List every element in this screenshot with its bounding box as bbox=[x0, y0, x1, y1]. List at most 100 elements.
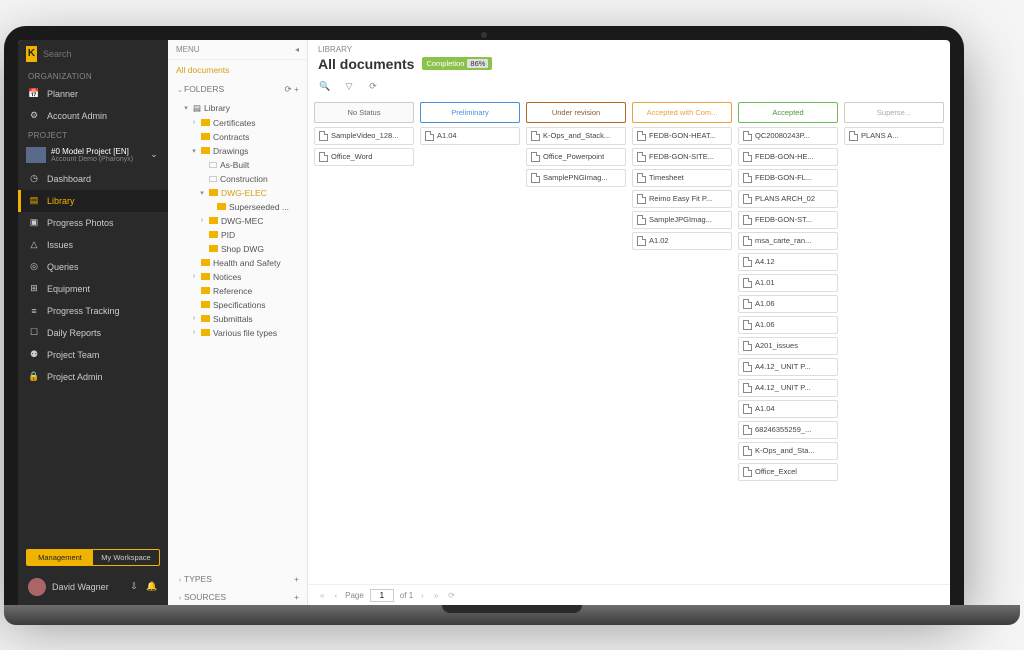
first-page-button[interactable]: « bbox=[318, 591, 326, 600]
lock-icon: 🔒 bbox=[28, 371, 40, 383]
tree-node-dwg-mec[interactable]: › DWG-MEC bbox=[168, 214, 307, 228]
document-card[interactable]: A1.02 bbox=[632, 232, 732, 250]
document-card[interactable]: FEDB-GON-HEAT... bbox=[632, 127, 732, 145]
sidebar-item-account-admin[interactable]: ⚙Account Admin bbox=[18, 105, 168, 127]
document-card[interactable]: Timesheet bbox=[632, 169, 732, 187]
add-type-icon[interactable]: + bbox=[294, 574, 299, 584]
document-card[interactable]: 68246355259_... bbox=[738, 421, 838, 439]
document-card[interactable]: SampleVideo_128... bbox=[314, 127, 414, 145]
document-card[interactable]: PLANS ARCH_02 bbox=[738, 190, 838, 208]
column-header[interactable]: Accepted bbox=[738, 102, 838, 123]
project-selector[interactable]: #0 Model Project [EN] Account Demo (Phar… bbox=[18, 142, 168, 168]
document-card[interactable]: Office_Powerpoint bbox=[526, 148, 626, 166]
refresh-page-icon[interactable]: ⟳ bbox=[446, 591, 457, 600]
document-card[interactable]: A1.04 bbox=[738, 400, 838, 418]
page-input[interactable] bbox=[370, 589, 394, 602]
tree-node-certificates[interactable]: › Certificates bbox=[168, 116, 307, 130]
document-card[interactable]: A1.04 bbox=[420, 127, 520, 145]
tree-node-drawings[interactable]: ▾ Drawings bbox=[168, 144, 307, 158]
file-icon bbox=[319, 152, 328, 162]
tree-all-documents[interactable]: All documents bbox=[168, 60, 307, 80]
document-name: A4.12_ UNIT P... bbox=[755, 362, 811, 371]
org-section-label: ORGANIZATION bbox=[18, 68, 168, 83]
tree-node-pid[interactable]: PID bbox=[168, 228, 307, 242]
column-header[interactable]: Accepted with Com... bbox=[632, 102, 732, 123]
sidebar-item-equipment[interactable]: ⊞Equipment bbox=[18, 278, 168, 300]
workspace-tab[interactable]: My Workspace bbox=[93, 550, 159, 565]
document-card[interactable]: PLANS A... bbox=[844, 127, 944, 145]
document-card[interactable]: Office_Excel bbox=[738, 463, 838, 481]
tree-node-notices[interactable]: › Notices bbox=[168, 270, 307, 284]
document-card[interactable]: A4.12_ UNIT P... bbox=[738, 379, 838, 397]
tree-node-submittals[interactable]: › Submittals bbox=[168, 312, 307, 326]
sidebar-item-dashboard[interactable]: ◷Dashboard bbox=[18, 168, 168, 190]
document-card[interactable]: SamplePNGImag... bbox=[526, 169, 626, 187]
document-card[interactable]: Reimo Easy Fit P... bbox=[632, 190, 732, 208]
tree-node-asbuilt[interactable]: As-Built bbox=[168, 158, 307, 172]
photos-icon: ▣ bbox=[28, 217, 40, 229]
tree-section-types[interactable]: ›TYPES+ bbox=[168, 570, 307, 588]
sidebar-label: Project Team bbox=[47, 350, 99, 360]
tree-section-sources[interactable]: ›SOURCES+ bbox=[168, 588, 307, 606]
next-page-button[interactable]: › bbox=[419, 591, 426, 600]
tree-section-folders[interactable]: ⌄FOLDERS ⟳ + bbox=[168, 80, 307, 99]
document-card[interactable]: K-Ops_and_Sta... bbox=[738, 442, 838, 460]
search-input[interactable] bbox=[43, 49, 160, 59]
refresh-icon[interactable]: ⟳ bbox=[285, 84, 292, 94]
document-card[interactable]: A1.06 bbox=[738, 295, 838, 313]
column-header[interactable]: Superse... bbox=[844, 102, 944, 123]
document-card[interactable]: FEDB-GON-FL... bbox=[738, 169, 838, 187]
download-icon[interactable]: ⇩ bbox=[128, 581, 140, 593]
collapse-tree-icon[interactable]: ◂ bbox=[295, 45, 299, 54]
refresh-icon[interactable]: ⟳ bbox=[366, 80, 380, 94]
sidebar-item-planner[interactable]: 📅Planner bbox=[18, 83, 168, 105]
sidebar-item-progress-photos[interactable]: ▣Progress Photos bbox=[18, 212, 168, 234]
document-card[interactable]: QC20080243P... bbox=[738, 127, 838, 145]
tree-node-construction[interactable]: Construction bbox=[168, 172, 307, 186]
bell-icon[interactable]: 🔔 bbox=[146, 581, 158, 593]
document-name: A4.12_ UNIT P... bbox=[755, 383, 811, 392]
document-card[interactable]: msa_carte_ran... bbox=[738, 232, 838, 250]
tree-node-contracts[interactable]: Contracts bbox=[168, 130, 307, 144]
document-card[interactable]: FEDB-GON-SITE... bbox=[632, 148, 732, 166]
column-header[interactable]: No Status bbox=[314, 102, 414, 123]
document-card[interactable]: A4.12_ UNIT P... bbox=[738, 358, 838, 376]
tree-node-reference[interactable]: Reference bbox=[168, 284, 307, 298]
tree-node-shopdwg[interactable]: Shop DWG bbox=[168, 242, 307, 256]
tree-node-dwg-elec[interactable]: ▾ DWG-ELEC bbox=[168, 186, 307, 200]
add-source-icon[interactable]: + bbox=[294, 592, 299, 602]
app-logo[interactable]: K bbox=[26, 46, 37, 62]
file-icon bbox=[743, 257, 752, 267]
document-card[interactable]: A1.01 bbox=[738, 274, 838, 292]
filter-icon[interactable]: ▽ bbox=[342, 80, 356, 94]
sidebar-item-library[interactable]: ▤Library bbox=[18, 190, 168, 212]
last-page-button[interactable]: » bbox=[432, 591, 440, 600]
tree-node-superseeded[interactable]: Superseeded ... bbox=[168, 200, 307, 214]
document-card[interactable]: A4.12 bbox=[738, 253, 838, 271]
column-header[interactable]: Under revision bbox=[526, 102, 626, 123]
sidebar-item-daily-reports[interactable]: ☐Daily Reports bbox=[18, 322, 168, 344]
tree-node-various[interactable]: › Various file types bbox=[168, 326, 307, 340]
file-icon bbox=[531, 152, 540, 162]
sidebar-item-project-admin[interactable]: 🔒Project Admin bbox=[18, 366, 168, 388]
avatar[interactable] bbox=[28, 578, 46, 596]
document-card[interactable]: Office_Word bbox=[314, 148, 414, 166]
tree-node-health[interactable]: Health and Safety bbox=[168, 256, 307, 270]
sidebar-item-progress-tracking[interactable]: ≡Progress Tracking bbox=[18, 300, 168, 322]
sidebar-item-issues[interactable]: △Issues bbox=[18, 234, 168, 256]
document-card[interactable]: K-Ops_and_Stack... bbox=[526, 127, 626, 145]
document-card[interactable]: A201_issues bbox=[738, 337, 838, 355]
column-header[interactable]: Preliminary bbox=[420, 102, 520, 123]
add-folder-icon[interactable]: + bbox=[294, 84, 299, 94]
search-icon[interactable]: 🔍 bbox=[318, 80, 332, 94]
prev-page-button[interactable]: ‹ bbox=[332, 591, 339, 600]
sidebar-item-queries[interactable]: ◎Queries bbox=[18, 256, 168, 278]
tree-node-library[interactable]: ▾▤ Library bbox=[168, 101, 307, 116]
management-tab[interactable]: Management bbox=[27, 550, 93, 565]
document-card[interactable]: A1.06 bbox=[738, 316, 838, 334]
sidebar-item-project-team[interactable]: ⚉Project Team bbox=[18, 344, 168, 366]
document-card[interactable]: FEDB-GON-HE... bbox=[738, 148, 838, 166]
tree-node-specs[interactable]: Specifications bbox=[168, 298, 307, 312]
document-card[interactable]: SampleJPGImag... bbox=[632, 211, 732, 229]
document-card[interactable]: FEDB-GON-ST... bbox=[738, 211, 838, 229]
